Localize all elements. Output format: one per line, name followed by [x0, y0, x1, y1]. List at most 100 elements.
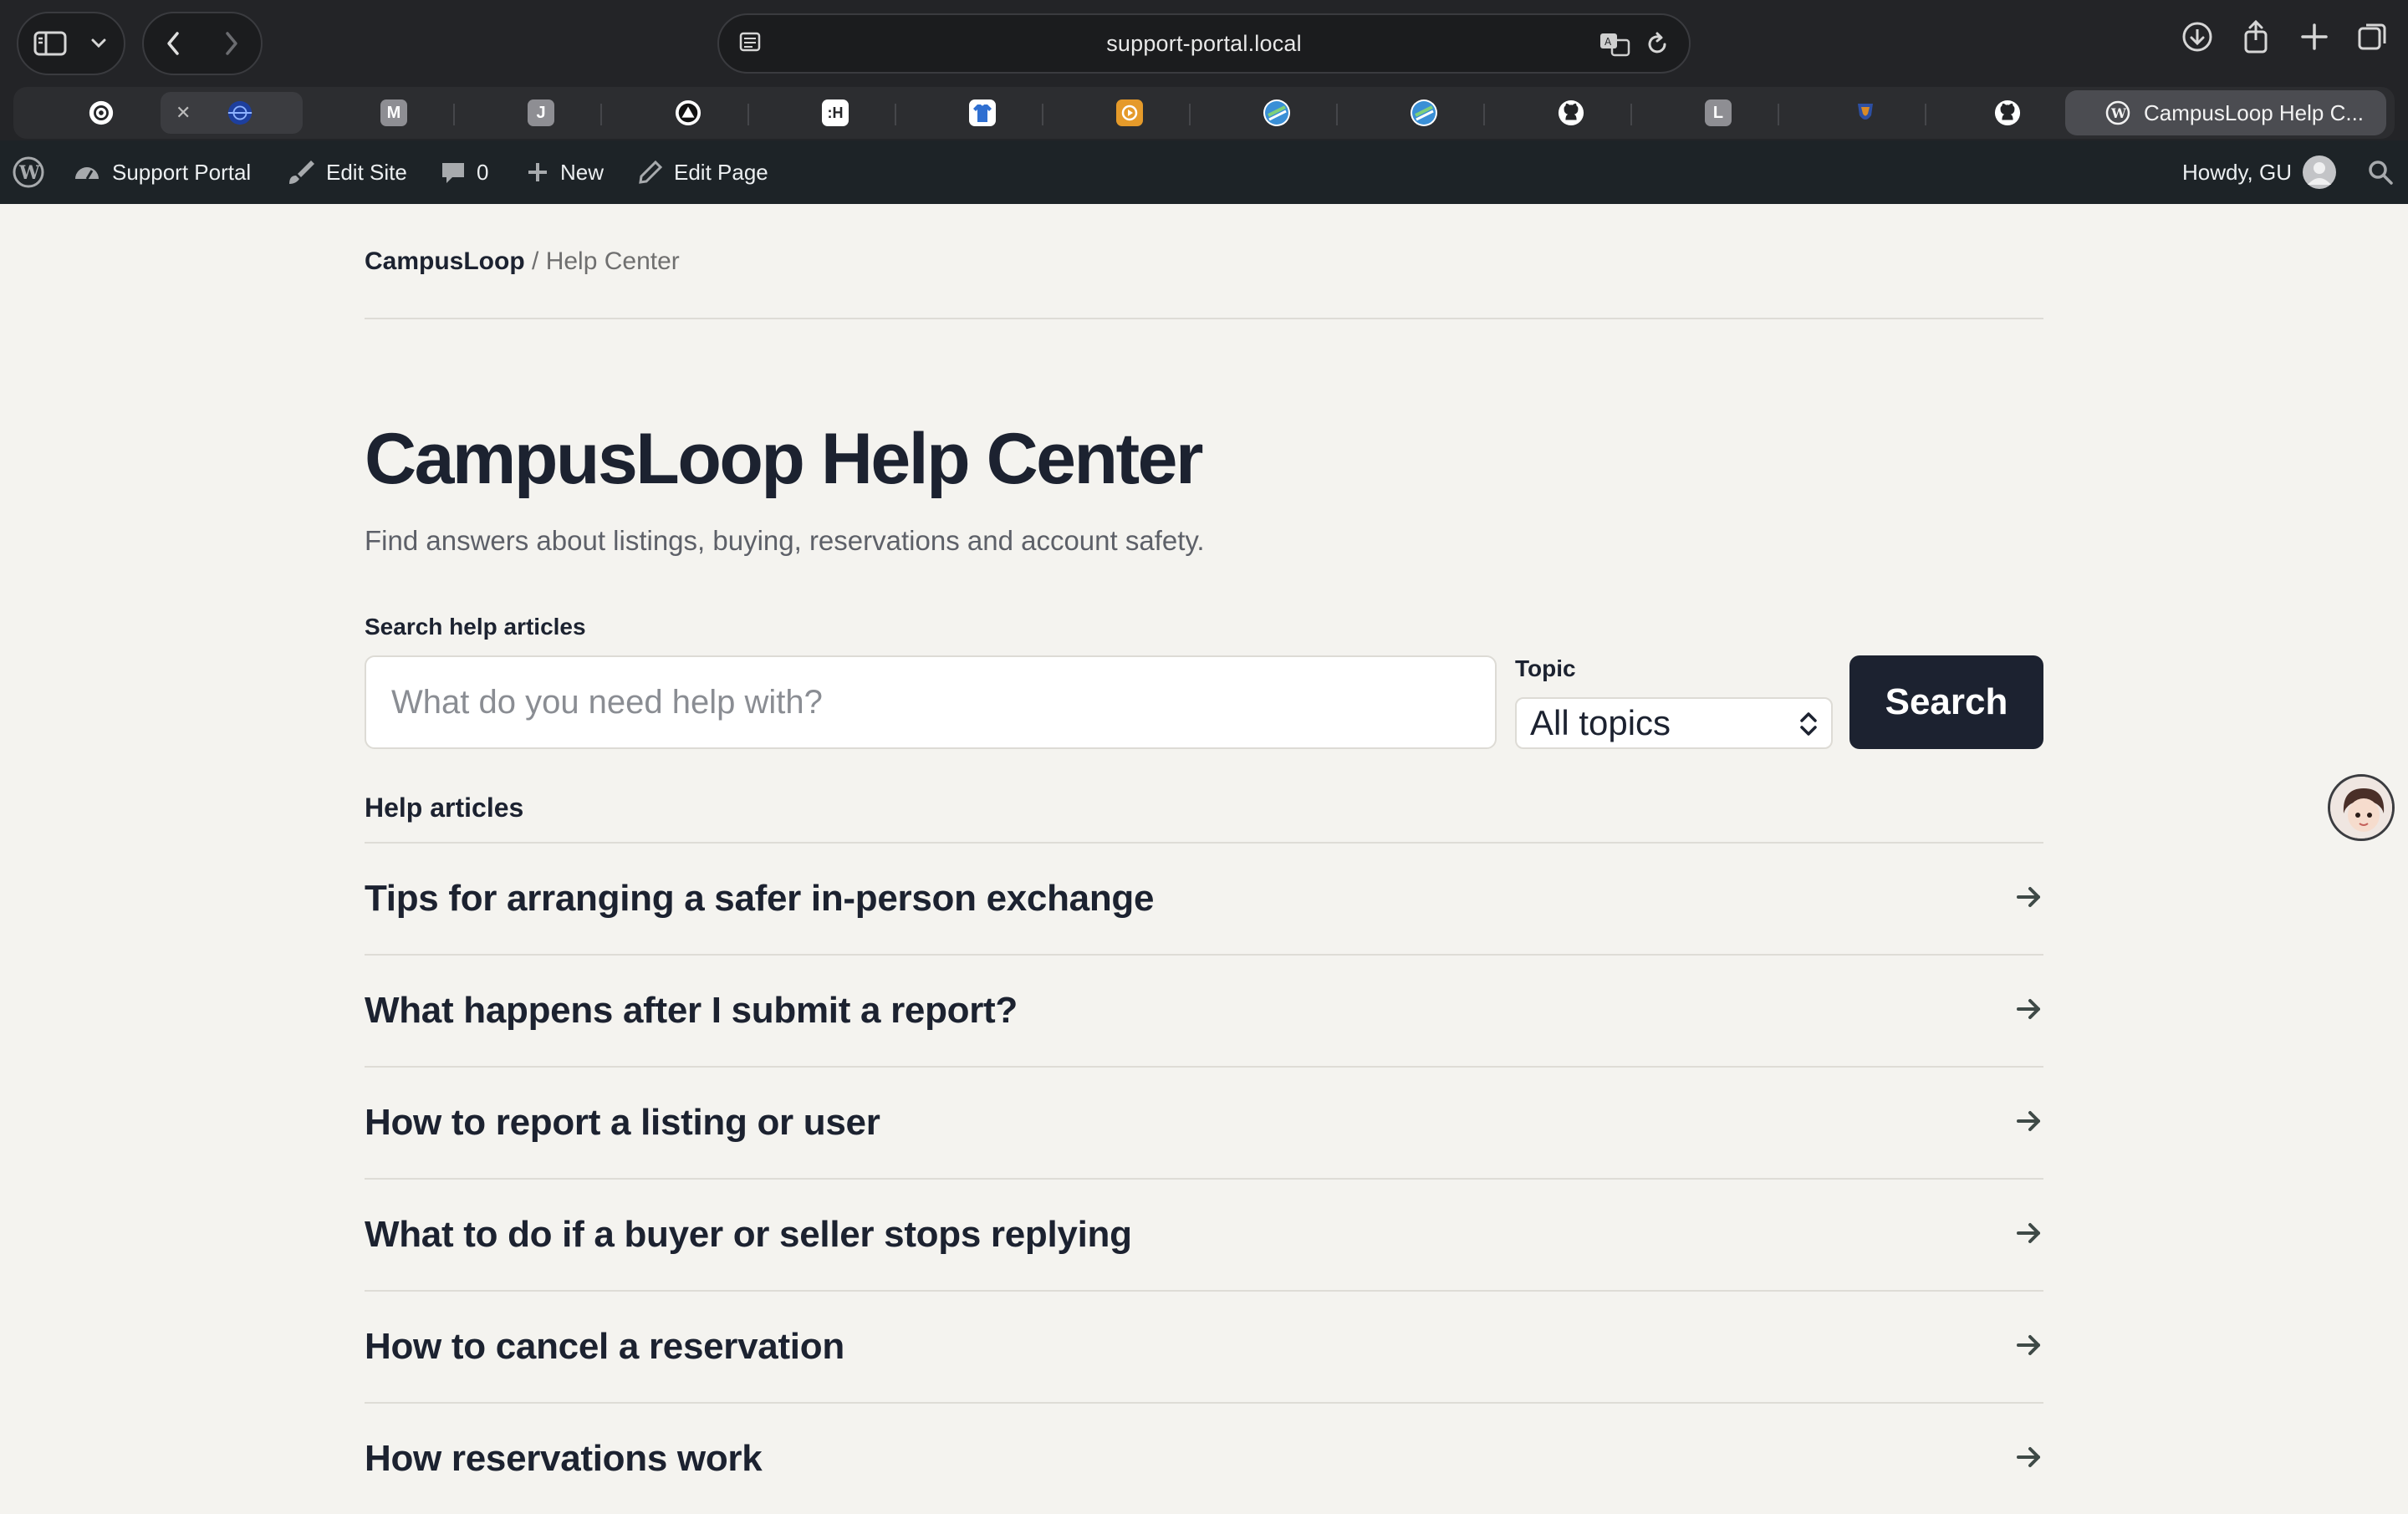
tab-separator — [453, 104, 455, 125]
url-text: support-portal.local — [1106, 30, 1302, 56]
assistant-avatar-icon — [2330, 777, 2392, 839]
comments-count: 0 — [477, 159, 489, 185]
address-bar[interactable]: support-portal.local A — [717, 13, 1691, 74]
site-name: Support Portal — [112, 159, 252, 185]
pencil-icon — [639, 160, 663, 184]
github-icon — [1558, 99, 1584, 126]
arrow-right-icon — [2017, 1111, 2040, 1131]
article-link[interactable]: What to do if a buyer or seller stops re… — [365, 1178, 2043, 1290]
chevron-left-icon — [167, 32, 179, 55]
wordpress-icon: W — [13, 156, 44, 188]
comments-link[interactable]: 0 — [440, 140, 488, 204]
article-title: Tips for arranging a safer in-person exc… — [365, 878, 1155, 919]
new-label: New — [560, 159, 605, 185]
nav-button-group — [142, 12, 263, 75]
article-link[interactable]: What happens after I submit a report? — [365, 954, 2043, 1066]
active-tab[interactable]: W CampusLoop Help C... — [2065, 90, 2386, 135]
browser-tab[interactable]: L — [1647, 92, 1789, 134]
chevron-right-icon — [226, 32, 237, 55]
article-link[interactable]: How to cancel a reservation — [365, 1290, 2043, 1402]
orange-icon — [1116, 99, 1143, 126]
breadcrumb-separator: / — [524, 247, 546, 275]
browser-tab[interactable] — [1059, 92, 1201, 134]
article-link[interactable]: Tips for arranging a safer in-person exc… — [365, 842, 2043, 954]
edit-site-label: Edit Site — [326, 159, 407, 185]
openai-icon — [88, 99, 115, 126]
h-icon: :H — [822, 99, 849, 126]
topic-select[interactable]: All topics — [1515, 697, 1833, 749]
header-divider — [365, 318, 2043, 319]
browser-tab[interactable] — [1353, 92, 1495, 134]
stripes-icon — [1263, 99, 1290, 126]
browser-tab[interactable] — [1794, 92, 1936, 134]
share-icon[interactable] — [2237, 18, 2274, 55]
browser-tab[interactable] — [617, 92, 759, 134]
search-icon — [2369, 161, 2393, 185]
account-menu[interactable]: Howdy, GU — [2182, 140, 2337, 204]
browser-toolbar: support-portal.local A — [0, 0, 2408, 87]
browser-tab[interactable] — [1500, 92, 1642, 134]
admin-search-button[interactable] — [2366, 140, 2395, 204]
chevron-down-icon — [91, 38, 106, 48]
brush-icon — [289, 161, 314, 184]
back-button[interactable] — [144, 12, 202, 75]
crest-icon — [1852, 99, 1879, 126]
translate-icon[interactable]: A — [1599, 30, 1632, 59]
downloads-icon[interactable] — [2179, 18, 2216, 55]
edit-site-link[interactable]: Edit Site — [286, 140, 407, 204]
wp-logo-menu[interactable]: W — [12, 140, 45, 204]
select-updown-icon — [1800, 712, 1817, 736]
tab-separator — [1925, 104, 1926, 125]
search-button[interactable]: Search — [1849, 655, 2043, 749]
breadcrumb: CampusLoop / Help Center — [365, 247, 680, 276]
avatar — [2303, 155, 2336, 189]
article-link[interactable]: How reservations work — [365, 1402, 2043, 1514]
globe-icon — [227, 99, 253, 126]
breadcrumb-home-link[interactable]: CampusLoop — [365, 247, 525, 275]
browser-tab[interactable]: M — [323, 92, 465, 134]
search-input[interactable] — [365, 655, 1497, 749]
browser-tab[interactable] — [911, 92, 1054, 134]
url-right-icons: A — [1599, 30, 1671, 59]
search-label: Search help articles — [365, 614, 586, 640]
sidebar-icon — [33, 31, 67, 56]
arrow-right-icon — [2017, 999, 2040, 1019]
browser-chrome: support-portal.local A ✕ M J :H L W Camp… — [0, 0, 2408, 140]
svg-text:W: W — [2110, 105, 2127, 121]
assistant-avatar-button[interactable] — [2328, 774, 2395, 841]
page-body: CampusLoop / Help Center CampusLoop Help… — [0, 204, 2408, 1505]
tab-separator — [1483, 104, 1485, 125]
site-name-menu[interactable]: Support Portal — [72, 140, 251, 204]
browser-tab[interactable] — [1206, 92, 1348, 134]
browser-tab[interactable]: ✕ — [161, 92, 303, 134]
topic-label: Topic — [1515, 655, 1576, 681]
article-title: What to do if a buyer or seller stops re… — [365, 1214, 1132, 1255]
arrow-right-icon — [2017, 887, 2040, 907]
tab-separator — [1189, 104, 1191, 125]
toolbar-right-icons — [2179, 18, 2391, 55]
page-menu-icon[interactable] — [737, 30, 763, 63]
tab-overview-icon[interactable] — [2354, 18, 2391, 55]
arrow-right-icon — [2017, 1335, 2040, 1355]
tab-groups-dropdown-button[interactable] — [82, 12, 115, 75]
article-list: Tips for arranging a safer in-person exc… — [365, 842, 2043, 1514]
browser-tab[interactable]: :H — [764, 92, 906, 134]
close-tab-icon[interactable]: ✕ — [176, 102, 191, 124]
topic-selected-value: All topics — [1530, 703, 1671, 742]
reload-icon[interactable] — [1644, 30, 1671, 59]
edit-page-link[interactable]: Edit Page — [637, 140, 768, 204]
article-title: What happens after I submit a report? — [365, 990, 1018, 1031]
forward-button[interactable] — [202, 12, 261, 75]
new-content-menu[interactable]: New — [525, 140, 604, 204]
tab-bar: ✕ M J :H L W CampusLoop Help C... — [13, 87, 2395, 139]
article-title: How to cancel a reservation — [365, 1326, 844, 1367]
new-tab-icon[interactable] — [2296, 18, 2333, 55]
browser-tab[interactable] — [1936, 92, 2079, 134]
sidebar-toggle-button[interactable] — [18, 12, 82, 75]
browser-tab[interactable]: J — [470, 92, 612, 134]
stripes-icon — [1411, 99, 1437, 126]
article-link[interactable]: How to report a listing or user — [365, 1066, 2043, 1178]
browser-tab[interactable] — [30, 92, 172, 134]
articles-heading: Help articles — [365, 793, 524, 823]
breadcrumb-current: Help Center — [545, 247, 680, 275]
